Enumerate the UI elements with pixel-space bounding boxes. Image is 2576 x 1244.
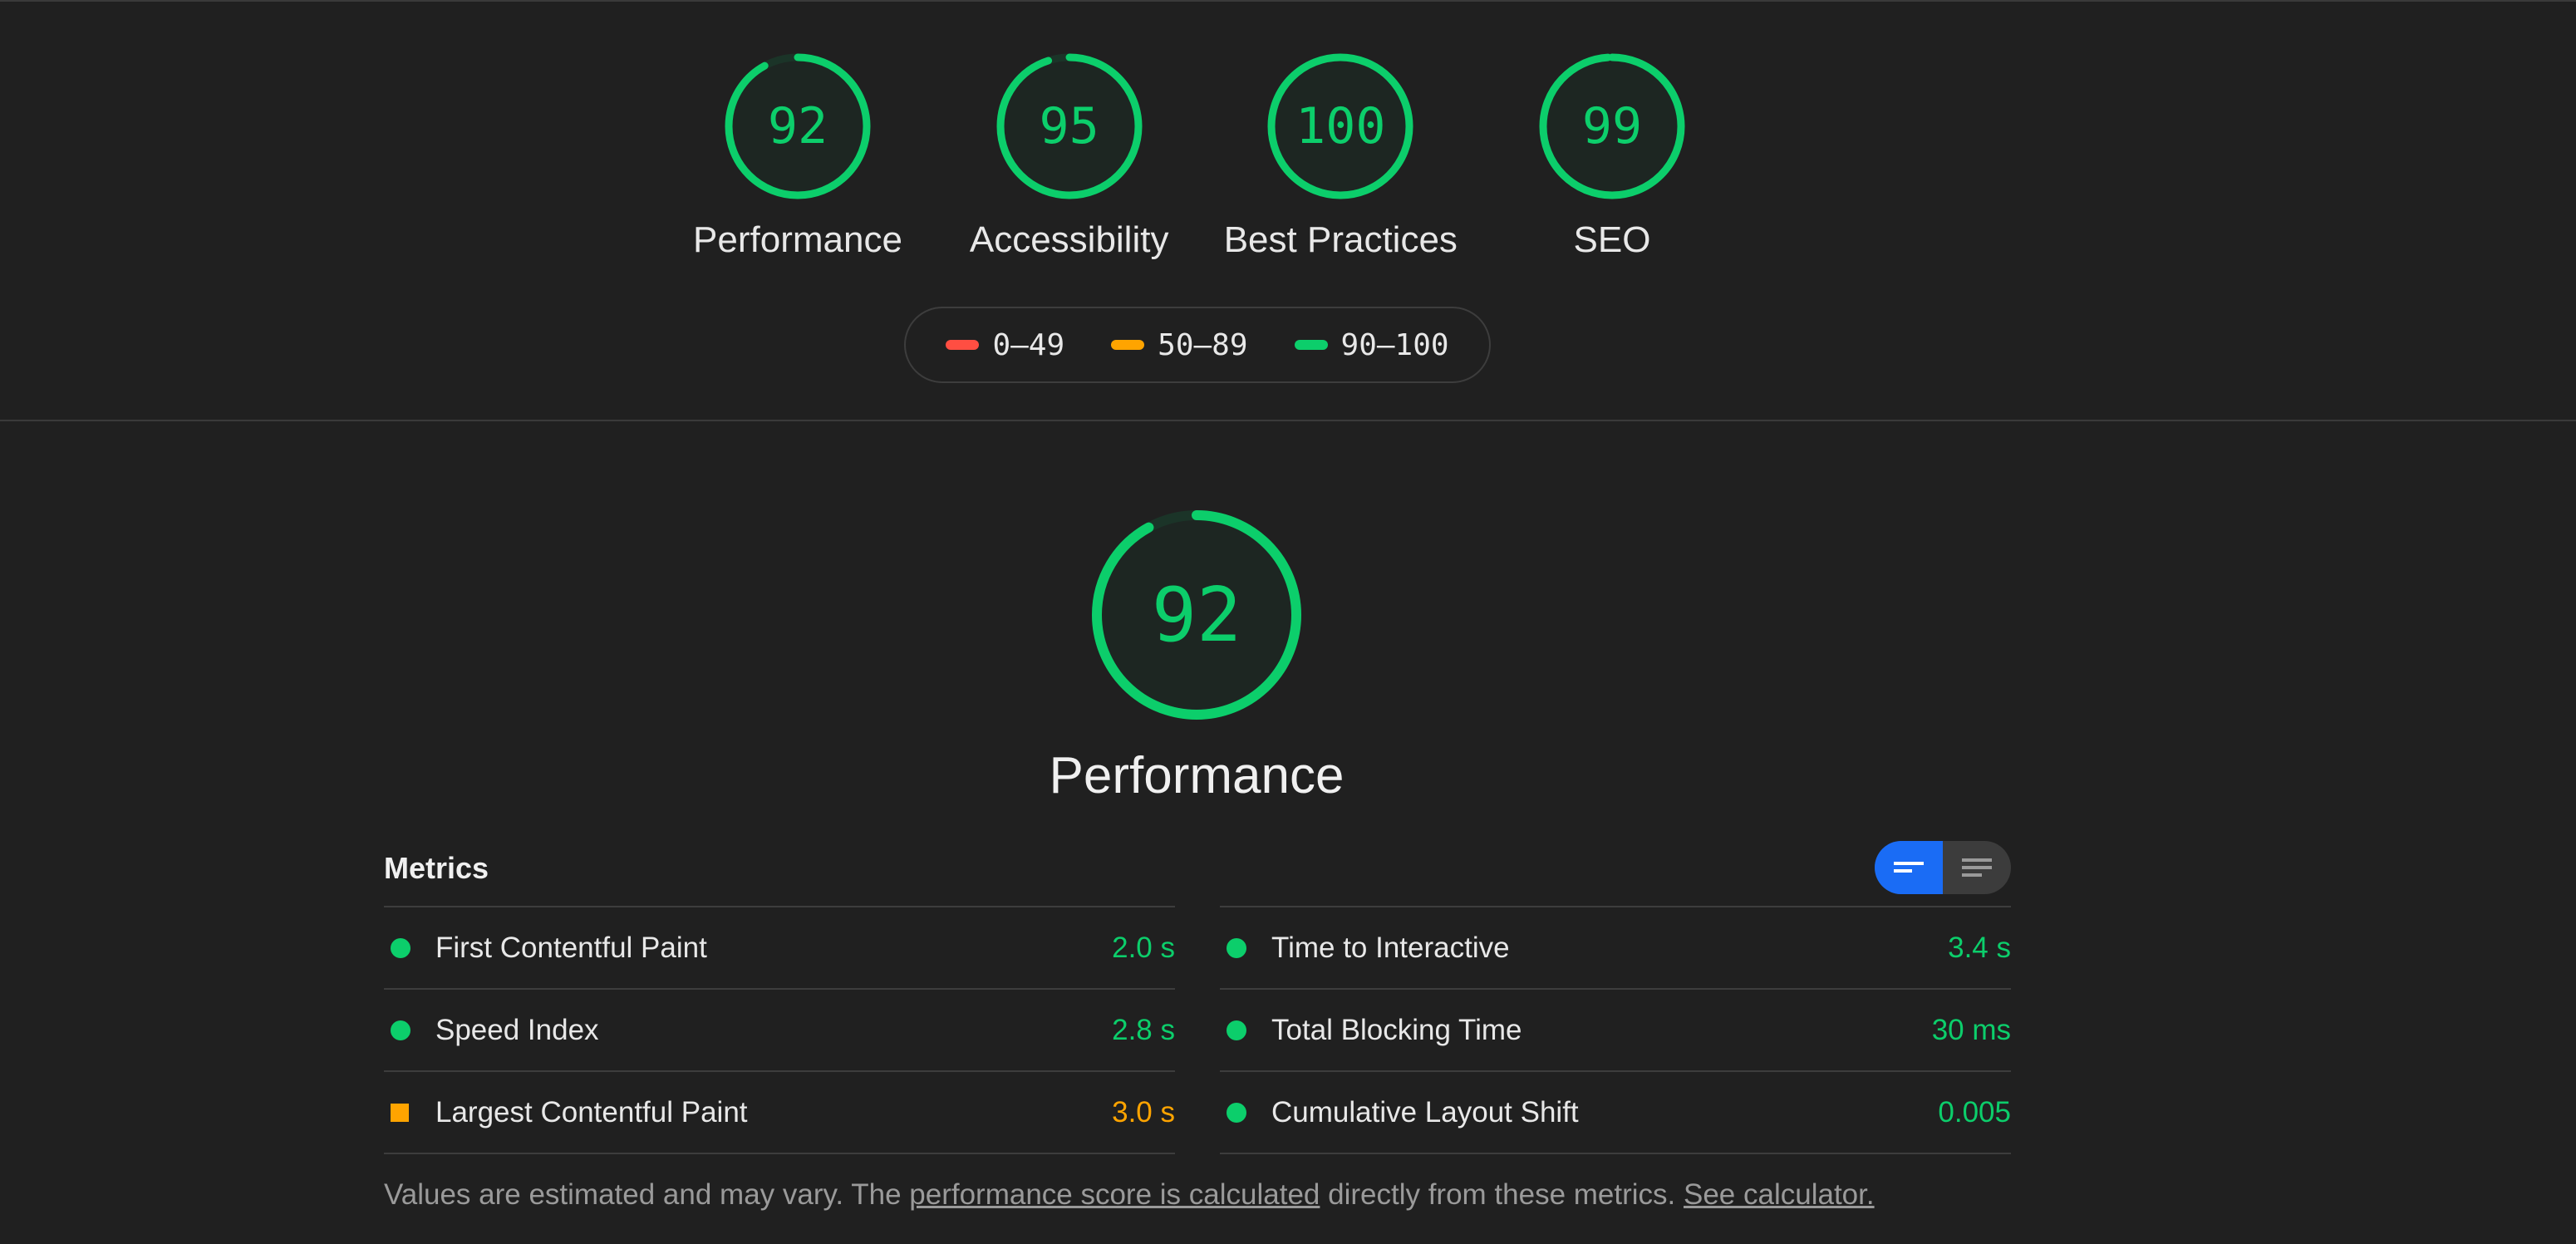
metric-cumulative-layout-shift: Cumulative Layout Shift 0.005 — [1220, 1070, 2011, 1154]
metrics-header: Metrics — [384, 839, 2011, 906]
metric-label: Largest Contentful Paint — [435, 1095, 748, 1128]
legend-range: 50–89 — [1158, 327, 1248, 362]
metric-speed-index: Speed Index 2.8 s — [384, 988, 1175, 1070]
long-lines-icon — [1962, 858, 1992, 877]
gauge-performance[interactable]: 92 Performance — [665, 52, 931, 276]
category-gauges: 92 Performance 95 Accessibility 100 Best… — [665, 52, 1745, 276]
metric-value: 3.4 s — [1948, 931, 2011, 964]
section-divider — [0, 420, 2576, 421]
metric-value: 0.005 — [1938, 1095, 2011, 1128]
metric-value: 3.0 s — [1112, 1095, 1175, 1128]
metric-value: 30 ms — [1931, 1013, 2011, 1046]
footnote-text: Values are estimated and may vary. The — [384, 1178, 910, 1211]
metrics-grid: First Contentful Paint 2.0 s Speed Index… — [384, 906, 2011, 1154]
gauge-ring: 95 — [995, 52, 1144, 201]
legend-swatch-fail-icon — [946, 340, 980, 350]
metrics-column-right: Time to Interactive 3.4 s Total Blocking… — [1220, 906, 2011, 1154]
legend-item-fail: 0–49 — [946, 328, 1064, 362]
metrics-footnote: Values are estimated and may vary. The p… — [384, 1178, 1875, 1212]
metric-value: 2.0 s — [1112, 931, 1175, 964]
gauge-label: Best Practices — [1223, 219, 1458, 260]
gauge-ring: 99 — [1537, 52, 1687, 201]
metrics-column-left: First Contentful Paint 2.0 s Speed Index… — [384, 906, 1175, 1154]
score-summary-section: 92 Performance 95 Accessibility 100 Best… — [0, 0, 2576, 420]
pass-dot-icon — [391, 1020, 410, 1040]
metrics-title: Metrics — [384, 851, 489, 885]
metric-value: 2.8 s — [1112, 1013, 1175, 1046]
gauge-seo[interactable]: 99 SEO — [1479, 52, 1745, 276]
legend-range: 90–100 — [1340, 327, 1449, 362]
gauge-score: 99 — [1581, 97, 1643, 155]
legend-swatch-average-icon — [1111, 340, 1145, 350]
legend-range: 0–49 — [992, 327, 1065, 362]
gauge-label: SEO — [1573, 219, 1651, 260]
metric-label: Total Blocking Time — [1271, 1013, 1522, 1046]
score-scale-legend: 0–49 50–89 90–100 — [904, 307, 1491, 383]
pass-dot-icon — [1227, 937, 1246, 958]
performance-main-score: 92 — [1151, 571, 1242, 659]
score-calculated-link[interactable]: performance score is calculated — [909, 1178, 1320, 1211]
metric-label: Speed Index — [435, 1013, 599, 1046]
gauge-label: Accessibility — [969, 219, 1169, 260]
see-calculator-link[interactable]: See calculator. — [1684, 1178, 1875, 1211]
gauge-score: 95 — [1039, 97, 1099, 155]
metric-first-contentful-paint: First Contentful Paint 2.0 s — [384, 906, 1175, 988]
gauge-ring: 92 — [723, 52, 873, 201]
legend-item-average: 50–89 — [1111, 327, 1248, 362]
gauge-accessibility[interactable]: 95 Accessibility — [937, 52, 1202, 276]
metric-label: Time to Interactive — [1271, 931, 1510, 964]
footnote-text: directly from these metrics. — [1320, 1178, 1684, 1211]
description-view-button[interactable] — [1943, 841, 2011, 894]
metric-largest-contentful-paint: Largest Contentful Paint 3.0 s — [384, 1070, 1175, 1154]
metric-label: Cumulative Layout Shift — [1271, 1095, 1579, 1128]
legend-swatch-pass-icon — [1294, 340, 1328, 350]
performance-title: Performance — [1049, 747, 1345, 804]
metric-total-blocking-time: Total Blocking Time 30 ms — [1220, 988, 2011, 1070]
gauge-label: Performance — [693, 219, 902, 260]
metric-time-to-interactive: Time to Interactive 3.4 s — [1220, 906, 2011, 988]
pass-dot-icon — [1227, 1102, 1246, 1123]
metric-label: First Contentful Paint — [435, 931, 707, 964]
short-lines-icon — [1894, 862, 1924, 873]
gauge-ring: 100 — [1266, 52, 1415, 201]
performance-main-gauge: 92 — [1089, 507, 1305, 723]
pass-dot-icon — [391, 937, 410, 958]
legend-item-pass: 90–100 — [1294, 327, 1449, 362]
pass-dot-icon — [1227, 1020, 1246, 1040]
gauge-best-practices[interactable]: 100 Best Practices — [1207, 52, 1473, 276]
metrics-section: Metrics First Contentful Paint 2.0 s Spe… — [384, 839, 2011, 1154]
gauge-score: 100 — [1295, 97, 1386, 155]
summary-view-button[interactable] — [1875, 841, 1943, 894]
gauge-score: 92 — [767, 97, 828, 155]
average-square-icon — [391, 1103, 409, 1122]
metrics-view-toggle — [1875, 841, 2011, 894]
